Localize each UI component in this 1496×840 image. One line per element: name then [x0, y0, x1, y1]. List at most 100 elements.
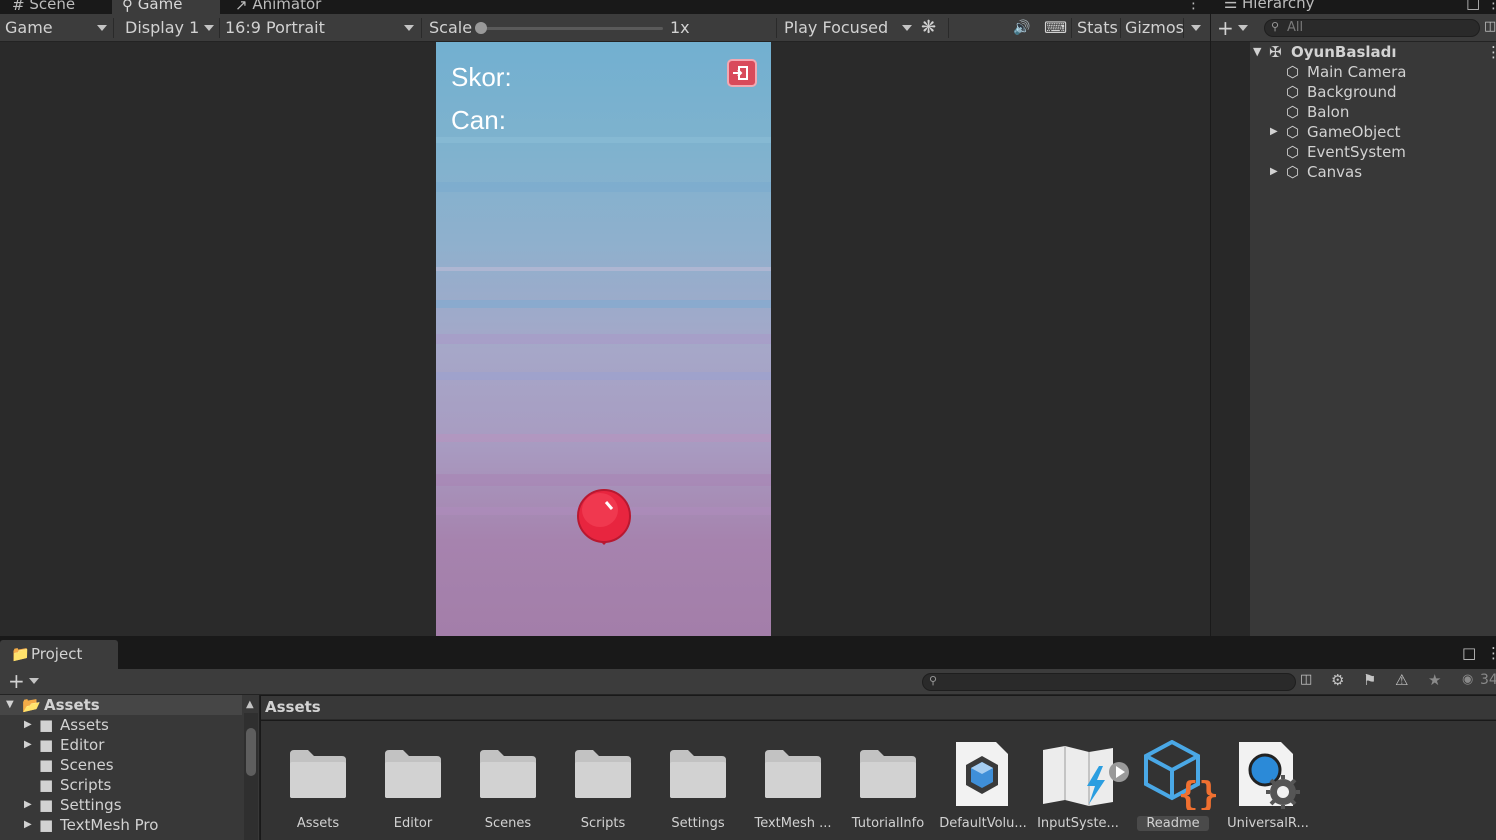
asset-label: Editor — [393, 816, 433, 831]
eye-icon[interactable]: ◉ — [1462, 672, 1473, 687]
stats-button[interactable]: Stats — [1077, 14, 1118, 42]
lock-icon[interactable]: □ — [1466, 0, 1480, 12]
tree-item[interactable]: ▶ ■ TextMesh Pro — [0, 815, 242, 835]
keyboard-icon[interactable]: ⌨ — [1044, 14, 1067, 42]
scale-value: 1x — [670, 18, 690, 37]
exit-button[interactable] — [727, 59, 757, 87]
gameobject-cube-icon: ⬡ — [1286, 103, 1300, 121]
cloud-band — [436, 372, 771, 380]
more-menu-icon[interactable]: ⋮ — [1486, 42, 1496, 62]
star-icon[interactable]: ★ — [1428, 671, 1441, 689]
chevron-down-icon[interactable] — [29, 678, 39, 684]
scroll-up-icon[interactable]: ▲ — [246, 699, 254, 710]
expand-arrow-icon[interactable]: ▶ — [1270, 122, 1278, 142]
hierarchy-search-input[interactable]: ⚲ All — [1264, 19, 1480, 37]
tab-animator[interactable]: ↗ Animator — [225, 0, 333, 14]
hierarchy-item[interactable]: ⬡ Background — [1250, 82, 1496, 102]
view-select[interactable]: Game — [5, 14, 110, 42]
expand-arrow-icon[interactable]: ▶ — [24, 715, 32, 735]
play-mode-select[interactable]: Play Focused — [784, 14, 914, 42]
label-tag-icon[interactable]: ⚑ — [1363, 671, 1376, 689]
hierarchy-item[interactable]: ⬡ Balon — [1250, 102, 1496, 122]
gameobject-cube-icon: ⬡ — [1286, 63, 1300, 81]
add-icon[interactable]: + — [8, 669, 25, 693]
asset-label: Scripts — [580, 816, 626, 831]
search-icon: ⚲ — [1271, 20, 1280, 33]
asset-label: Readme — [1137, 816, 1209, 831]
gizmos-dropdown-icon[interactable] — [1191, 25, 1201, 31]
tab-animator-label: Animator — [252, 0, 322, 13]
chevron-down-icon[interactable] — [1238, 25, 1248, 31]
project-tab-bar: □ ⋮ — [0, 636, 1496, 669]
search-icon: ⚲ — [929, 674, 938, 687]
tree-item[interactable]: ▶ ■ Settings — [0, 795, 242, 815]
hierarchy-search-placeholder: All — [1287, 20, 1304, 35]
gameobject-cube-icon: ⬡ — [1286, 123, 1300, 141]
hierarchy-tab[interactable]: ☰ Hierarchy □ ⋮ — [1210, 0, 1496, 14]
more-menu-icon[interactable]: ⋮ — [1486, 644, 1496, 662]
more-menu-icon[interactable]: ⋮ — [1486, 0, 1496, 12]
asset-label: Settings — [671, 816, 725, 831]
hierarchy-item-label: GameObject — [1307, 123, 1401, 141]
tab-project[interactable]: 📁 Project — [0, 640, 118, 669]
tab-game[interactable]: ⚲ Game — [112, 0, 220, 14]
tree-item[interactable]: ■ Scenes — [0, 755, 242, 775]
tree-item-label: Editor — [60, 736, 105, 754]
project-search-input[interactable]: ⚲ — [922, 673, 1296, 691]
expand-arrow-icon[interactable]: ▼ — [1253, 42, 1261, 62]
scene-row[interactable]: ▼ ✠ OyunBasladı ⋮ — [1250, 42, 1496, 62]
warning-icon[interactable]: ⚠ — [1395, 671, 1408, 689]
game-screen[interactable]: Skor: Can: — [436, 42, 771, 636]
tree-item[interactable]: ▶ ■ Editor — [0, 735, 242, 755]
chevron-down-icon — [404, 25, 414, 31]
display-select[interactable]: Display 1 — [125, 14, 215, 42]
scale-slider-thumb[interactable] — [475, 22, 487, 34]
expand-arrow-icon[interactable]: ▶ — [24, 795, 32, 815]
scale-slider-track[interactable] — [481, 27, 663, 30]
folder-icon — [860, 750, 916, 798]
search-by-type-icon[interactable]: ◫ — [1484, 19, 1496, 34]
expand-arrow-icon[interactable]: ▶ — [24, 735, 32, 755]
animator-icon: ↗ — [235, 0, 248, 14]
tree-item[interactable]: ▶ ■ Assets — [0, 715, 242, 735]
game-toolbar: Game Display 1 16:9 Portrait Scale 1x Pl… — [0, 14, 1210, 42]
folder-icon: ■ — [39, 776, 54, 794]
balloon[interactable] — [576, 488, 632, 548]
score-label: Skor: — [451, 62, 512, 92]
tab-project-label: Project — [31, 645, 83, 663]
expand-arrow-icon[interactable]: ▶ — [1270, 162, 1278, 182]
unity-scene-icon: ✠ — [1269, 43, 1282, 61]
scale-label: Scale — [429, 18, 473, 37]
hierarchy-item[interactable]: ▶ ⬡ GameObject — [1250, 122, 1496, 142]
search-by-type-icon[interactable]: ◫ — [1300, 672, 1312, 687]
tree-item[interactable]: ■ Scripts — [0, 775, 242, 795]
expand-arrow-icon[interactable]: ▼ — [6, 695, 14, 715]
tree-item-assets-root[interactable]: ▼ 📂 Assets — [0, 695, 242, 715]
hierarchy-item[interactable]: ⬡ Main Camera — [1250, 62, 1496, 82]
hierarchy-tab-label: Hierarchy — [1242, 0, 1315, 12]
hierarchy-item-label: Main Camera — [1307, 63, 1407, 81]
gizmos-button[interactable]: Gizmos — [1125, 14, 1184, 42]
speaker-icon[interactable]: 🔊 — [1013, 14, 1030, 42]
filter-by-type-icon[interactable]: ⚙ — [1331, 671, 1344, 689]
tab-scene-label: Scene — [29, 0, 76, 13]
folder-icon — [385, 750, 441, 798]
svg-text:{}: {} — [1178, 775, 1216, 810]
lock-icon[interactable]: □ — [1462, 644, 1476, 662]
more-menu-icon[interactable]: ⋮ — [1186, 0, 1201, 12]
hierarchy-item-label: Background — [1307, 83, 1397, 101]
render-pipeline-icon — [1239, 742, 1300, 809]
breadcrumb[interactable]: Assets — [261, 696, 1496, 720]
folder-icon: ■ — [39, 756, 54, 774]
add-icon[interactable]: + — [1217, 16, 1234, 40]
aspect-select-value: 16:9 Portrait — [225, 18, 325, 37]
tree-scrollbar-thumb[interactable] — [246, 728, 256, 776]
bug-icon[interactable]: ❋ — [921, 14, 936, 42]
expand-arrow-icon[interactable]: ▶ — [24, 815, 32, 835]
tab-scene[interactable]: # Scene — [2, 0, 87, 14]
cloud-band — [436, 474, 771, 486]
asset-label: DefaultVolu... — [939, 816, 1027, 831]
hierarchy-item[interactable]: ⬡ EventSystem — [1250, 142, 1496, 162]
aspect-select[interactable]: 16:9 Portrait — [225, 14, 415, 42]
hierarchy-item[interactable]: ▶ ⬡ Canvas — [1250, 162, 1496, 182]
